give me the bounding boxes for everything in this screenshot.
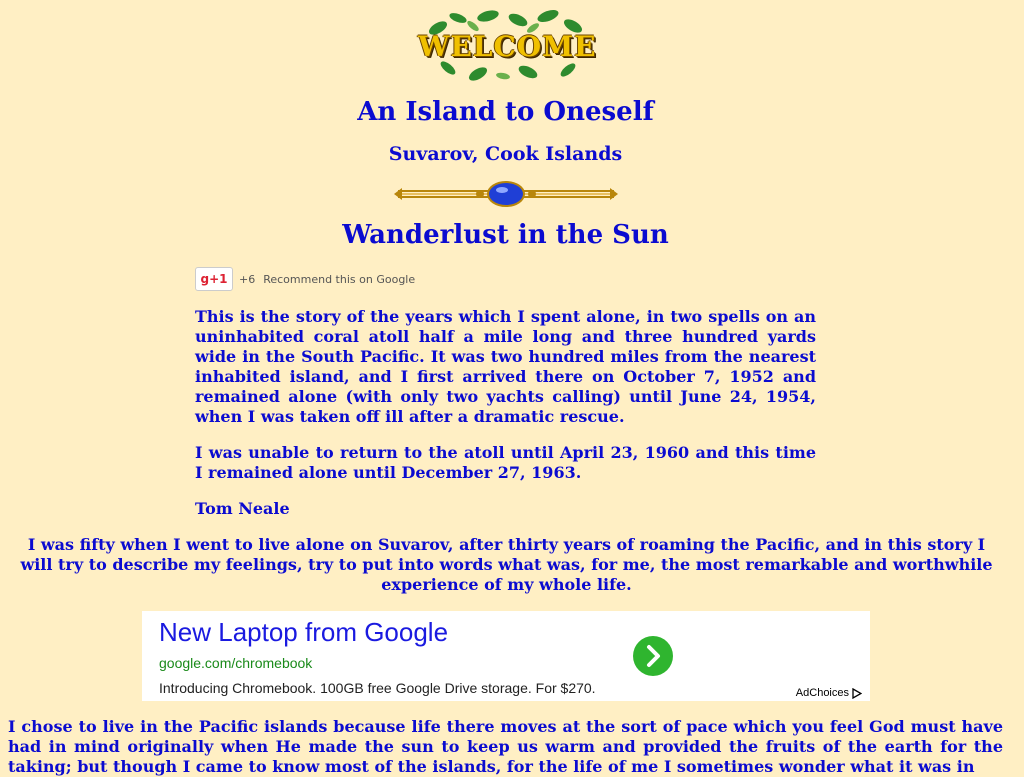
chapter-title: Wanderlust in the Sun [342, 220, 669, 250]
page-title: An Island to Oneself [357, 97, 654, 127]
adchoices-label: AdChoices [795, 687, 849, 699]
ad-description: Introducing Chromebook. 100GB free Googl… [159, 680, 596, 696]
ad-go-button[interactable] [633, 636, 673, 676]
google-plus-widget: g+1 +6 Recommend this on Google [195, 267, 415, 291]
chevron-right-icon [647, 645, 660, 667]
google-plus-one-button[interactable]: g+1 [195, 267, 233, 291]
story-paragraph: I was fifty when I went to live alone on… [20, 535, 993, 594]
ad-url-link[interactable]: google.com/chromebook [159, 655, 312, 671]
story-paragraph-continued: I chose to live in the Pacific islands b… [8, 717, 1003, 776]
adchoices-link[interactable]: AdChoices [796, 687, 862, 699]
ad-headline-link[interactable]: New Laptop from Google [159, 617, 448, 648]
ornamental-divider [392, 180, 620, 208]
adchoices-icon [852, 687, 862, 699]
author-signature: Tom Neale [195, 499, 290, 518]
welcome-logo-text: WELCOME [418, 30, 597, 63]
location-subtitle: Suvarov, Cook Islands [388, 143, 623, 165]
recommend-text: Recommend this on Google [263, 272, 416, 286]
return-paragraph: I was unable to return to the atoll unti… [195, 443, 816, 482]
intro-paragraph: This is the story of the years which I s… [195, 307, 816, 426]
welcome-logo: WELCOME [418, 8, 597, 82]
plus-one-count: +6 [239, 272, 256, 286]
ad-banner[interactable]: New Laptop from Google google.com/chrome… [142, 611, 870, 701]
